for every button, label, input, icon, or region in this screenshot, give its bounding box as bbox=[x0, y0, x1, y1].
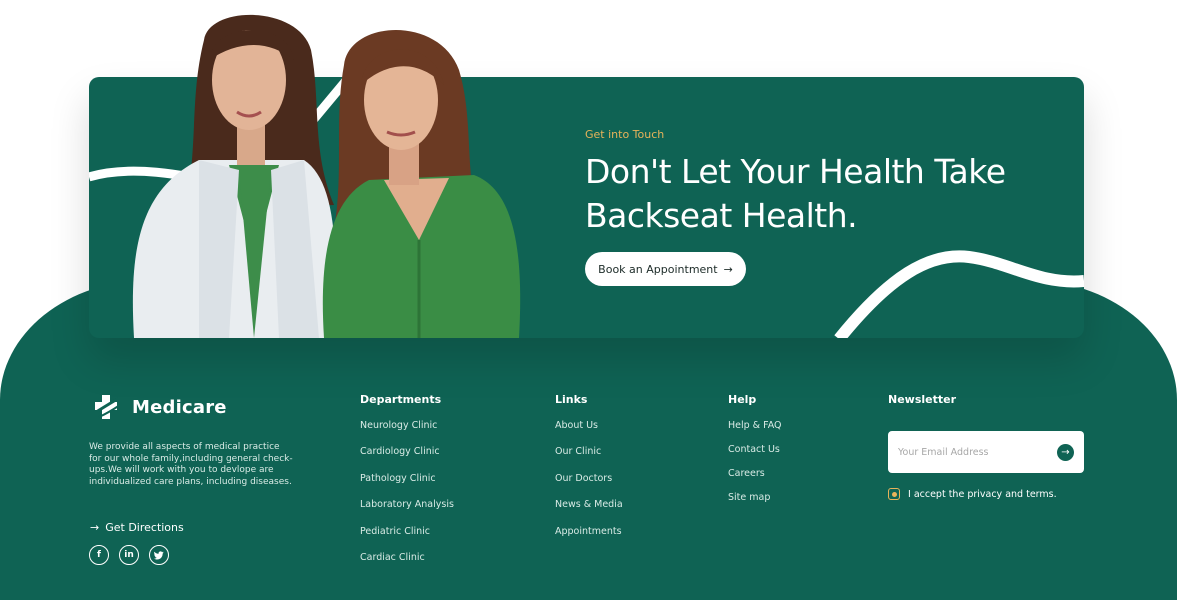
twitter-bird-glyph bbox=[154, 550, 164, 559]
footer-link[interactable]: Cardiac Clinic bbox=[360, 552, 454, 578]
footer-link[interactable]: Appointments bbox=[555, 526, 623, 552]
help-title: Help bbox=[728, 393, 757, 406]
linkedin-icon[interactable]: in bbox=[119, 545, 139, 565]
social-links: f in bbox=[89, 545, 169, 565]
doctor-right-figure bbox=[322, 30, 521, 338]
footer-link[interactable]: Contact Us bbox=[728, 444, 782, 468]
footer-column-departments: Departments Neurology Clinic Cardiology … bbox=[360, 393, 454, 578]
footer-link[interactable]: Pediatric Clinic bbox=[360, 526, 454, 552]
footer-link[interactable]: Our Clinic bbox=[555, 446, 623, 472]
cta-eyebrow: Get into Touch bbox=[585, 128, 665, 141]
departments-title: Departments bbox=[360, 393, 442, 406]
privacy-checkbox[interactable] bbox=[888, 488, 900, 500]
book-appointment-label: Book an Appointment bbox=[598, 262, 718, 276]
subscribe-button[interactable]: → bbox=[1057, 443, 1074, 461]
footer-link[interactable]: Laboratory Analysis bbox=[360, 499, 454, 525]
arrow-right-icon: → bbox=[1061, 446, 1070, 458]
footer-link[interactable]: News & Media bbox=[555, 499, 623, 525]
cta-text-block: Get into Touch Don't Let Your Health Tak… bbox=[585, 128, 1065, 238]
arrow-right-icon: → bbox=[723, 262, 733, 276]
brand-name: Medicare bbox=[132, 396, 227, 418]
links-title: Links bbox=[555, 393, 588, 406]
arrow-right-icon: → bbox=[90, 521, 100, 534]
footer-link[interactable]: Careers bbox=[728, 468, 782, 492]
footer-link[interactable]: Our Doctors bbox=[555, 473, 623, 499]
footer-link[interactable]: Help & FAQ bbox=[728, 420, 782, 444]
medical-cross-logo-icon bbox=[92, 395, 121, 419]
footer-link[interactable]: Neurology Clinic bbox=[360, 420, 454, 446]
cta-heading: Don't Let Your Health Take Backseat Heal… bbox=[585, 152, 1006, 235]
footer-column-help: Help Help & FAQ Contact Us Careers Site … bbox=[728, 393, 782, 516]
email-field[interactable] bbox=[898, 446, 1057, 458]
book-appointment-button[interactable]: Book an Appointment → bbox=[585, 252, 746, 286]
privacy-consent-label: I accept the privacy and terms. bbox=[908, 488, 1057, 500]
get-directions-link[interactable]: → Get Directions bbox=[90, 521, 184, 534]
twitter-icon[interactable] bbox=[149, 545, 169, 565]
footer-column-links: Links About Us Our Clinic Our Doctors Ne… bbox=[555, 393, 623, 552]
footer-link[interactable]: Site map bbox=[728, 492, 782, 516]
footer-column-newsletter: Newsletter bbox=[888, 393, 956, 420]
footer-link[interactable]: Cardiology Clinic bbox=[360, 446, 454, 472]
newsletter-form: → bbox=[888, 431, 1084, 473]
checkbox-checked-dot bbox=[891, 491, 897, 497]
doctor-left-figure bbox=[132, 14, 336, 338]
privacy-consent: I accept the privacy and terms. bbox=[888, 488, 1057, 500]
brand[interactable]: Medicare bbox=[90, 393, 227, 421]
footer-link[interactable]: Pathology Clinic bbox=[360, 473, 454, 499]
doctors-photo bbox=[132, 14, 521, 338]
brand-description: We provide all aspects of medical practi… bbox=[89, 442, 293, 487]
newsletter-title: Newsletter bbox=[888, 393, 957, 406]
get-directions-label: Get Directions bbox=[105, 521, 184, 534]
facebook-icon[interactable]: f bbox=[89, 545, 109, 565]
footer-link[interactable]: About Us bbox=[555, 420, 623, 446]
